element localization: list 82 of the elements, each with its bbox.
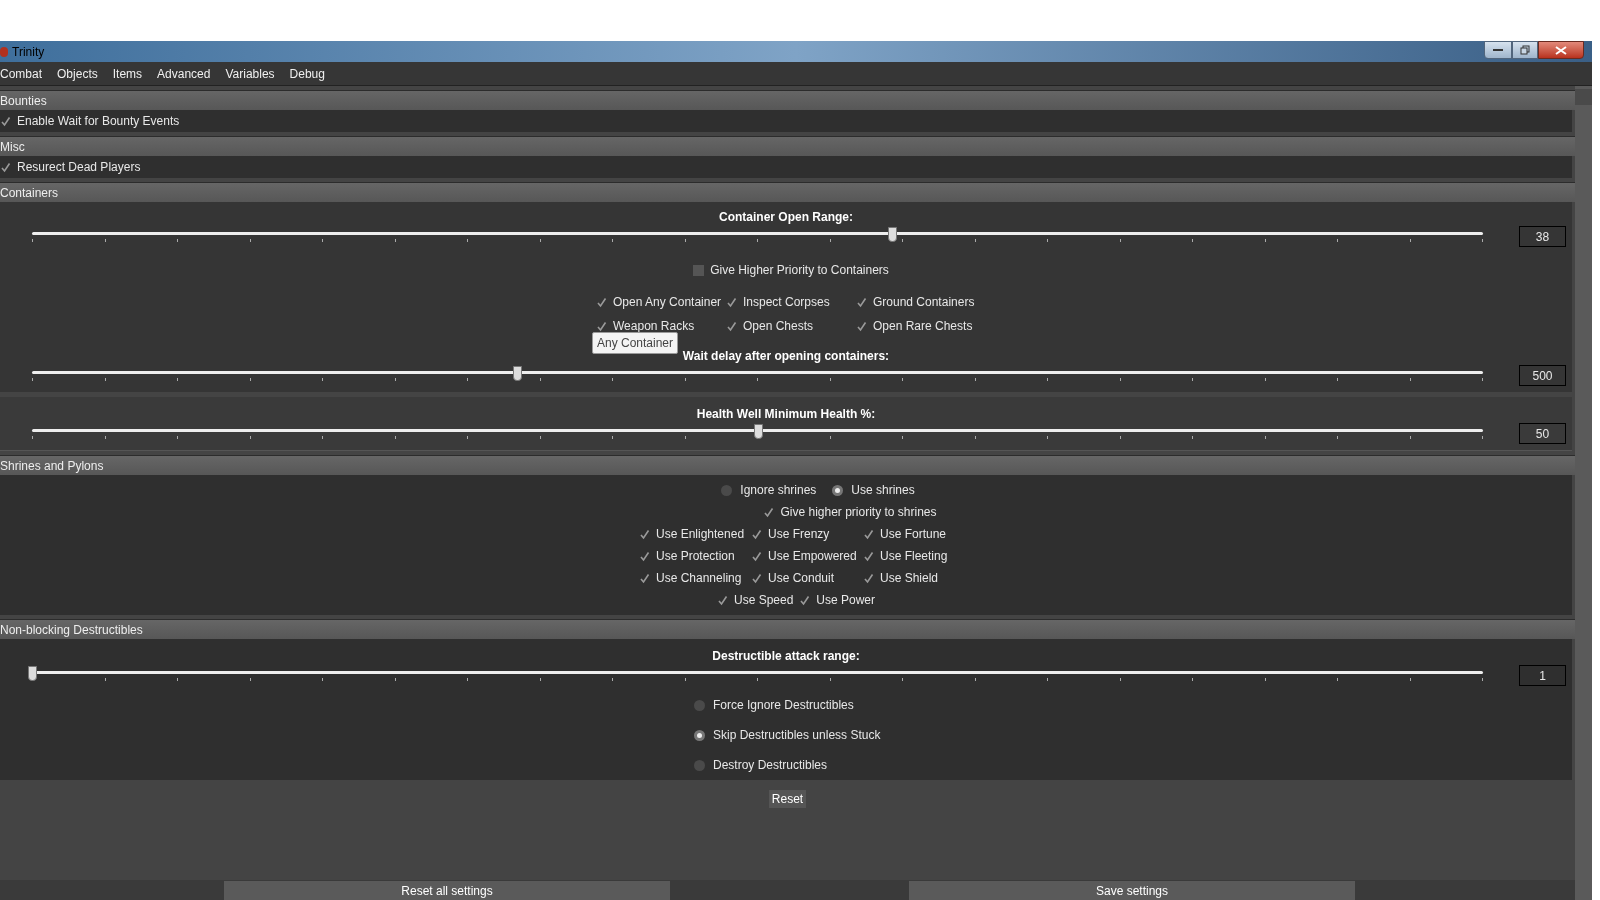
check-icon — [726, 320, 737, 332]
check-icon — [639, 572, 650, 584]
checkbox[interactable]: Weapon Racks — [596, 317, 726, 335]
check-icon — [863, 572, 874, 584]
slider-thumb[interactable] — [28, 665, 37, 681]
radio-button[interactable]: Ignore shrines — [721, 481, 817, 499]
check-icon — [0, 115, 11, 127]
check-icon — [0, 161, 11, 173]
app-icon — [0, 46, 8, 57]
checkbox[interactable]: Open Rare Chests — [856, 317, 976, 335]
section-title: Non-blocking Destructibles — [0, 621, 143, 639]
checkbox[interactable]: Use Protection — [639, 547, 751, 565]
menu-item[interactable]: Debug — [289, 64, 325, 83]
slider-label: Destructible attack range: — [711, 648, 861, 665]
check-icon — [716, 594, 728, 606]
check-icon — [751, 572, 762, 584]
menu-item[interactable]: Items — [112, 64, 143, 83]
checkbox[interactable]: Resurect Dead Players — [0, 158, 141, 176]
slider-label: Wait delay after opening containers: — [681, 348, 891, 365]
scrollbar[interactable] — [1575, 86, 1592, 900]
section-title: Shrines and Pylons — [0, 457, 104, 475]
close-icon — [1555, 45, 1567, 55]
slider-thumb[interactable] — [512, 365, 522, 381]
slider-label: Health Well Minimum Health %: — [695, 406, 877, 423]
checkbox[interactable]: Inspect Corpses — [726, 293, 856, 311]
check-icon — [799, 594, 811, 606]
footer-button[interactable]: Save settings — [909, 881, 1355, 900]
checkbox[interactable]: Give higher priority to shrines — [763, 503, 937, 521]
menu-item[interactable]: Objects — [57, 64, 98, 83]
checkbox[interactable]: Use Fortune — [863, 525, 953, 543]
check-icon — [596, 320, 607, 332]
checkbox[interactable]: Enable Wait for Bounty Events — [0, 112, 180, 130]
check-icon — [863, 528, 874, 540]
check-icon — [639, 550, 650, 562]
check-icon — [856, 296, 867, 308]
checkbox[interactable]: Use Frenzy — [751, 525, 863, 543]
checkbox[interactable]: Use Conduit — [751, 569, 863, 587]
section-title: Bounties — [0, 92, 47, 110]
check-icon — [639, 528, 650, 540]
slider-thumb[interactable] — [753, 423, 763, 439]
value-field[interactable]: 500 — [1519, 365, 1566, 386]
close-button[interactable] — [1538, 41, 1584, 59]
check-icon — [596, 296, 607, 308]
checkbox[interactable]: Open Chests — [726, 317, 856, 335]
restore-icon — [1520, 45, 1530, 55]
checkbox[interactable]: Use Empowered — [751, 547, 863, 565]
section-title: Misc — [0, 138, 25, 156]
check-icon — [751, 550, 762, 562]
menu-item[interactable]: Advanced — [157, 64, 211, 83]
value-field[interactable]: 1 — [1519, 665, 1566, 686]
radio-button[interactable]: Skip Destructibles unless Stuck — [694, 726, 881, 744]
reset-button[interactable]: Reset — [768, 790, 807, 808]
check-icon — [726, 296, 737, 308]
radio-button[interactable]: Destroy Destructibles — [694, 756, 828, 774]
minimize-icon — [1493, 48, 1503, 52]
menu-item[interactable]: Combat — [0, 64, 43, 83]
checkbox[interactable]: Use Enlightened — [639, 525, 751, 543]
value-field[interactable]: 50 — [1519, 423, 1566, 444]
restore-button[interactable] — [1512, 41, 1538, 59]
window-title: Trinity — [12, 43, 45, 61]
tooltip: Any Container — [592, 332, 679, 354]
check-icon — [751, 528, 762, 540]
menu-item[interactable]: Variables — [225, 64, 275, 83]
check-icon — [856, 320, 867, 332]
checkbox[interactable]: Use Fleeting — [863, 547, 953, 565]
value-field[interactable]: 38 — [1519, 226, 1566, 247]
slider-label: Container Open Range: — [718, 209, 854, 226]
footer-button[interactable]: Reset all settings — [224, 881, 670, 900]
check-icon — [863, 550, 874, 562]
checkbox[interactable]: Use Speed — [716, 591, 794, 609]
radio-button[interactable]: Use shrines — [832, 481, 915, 499]
checkbox[interactable]: Ground Containers — [856, 293, 976, 311]
radio-button[interactable]: Force Ignore Destructibles — [694, 696, 854, 714]
checkbox[interactable]: Give Higher Priority to Containers — [693, 261, 889, 279]
checkbox[interactable]: Use Channeling — [639, 569, 751, 587]
checkbox[interactable]: Open Any Container — [596, 293, 726, 311]
checkbox[interactable]: Use Shield — [863, 569, 953, 587]
section-title: Containers — [0, 184, 59, 202]
minimize-button[interactable] — [1484, 41, 1512, 59]
check-icon — [763, 506, 775, 518]
checkbox[interactable]: Use Power — [799, 591, 876, 609]
slider-thumb[interactable] — [888, 226, 898, 242]
